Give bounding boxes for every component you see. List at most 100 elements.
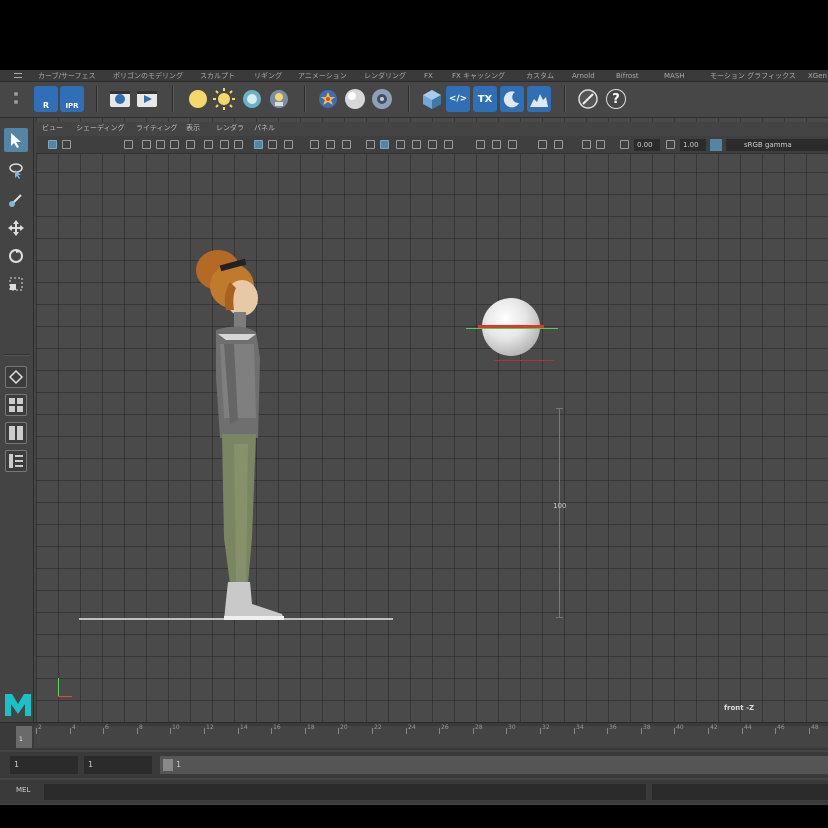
shelf-tab-xgen[interactable]: XGen — [808, 70, 827, 82]
grid-icon[interactable] — [204, 140, 213, 149]
panel-menu-lighting[interactable]: ライティング — [136, 123, 177, 133]
safe-action-icon[interactable] — [220, 140, 229, 149]
ipr-button-label: IPR — [65, 102, 79, 110]
arnold-histogram-icon[interactable] — [527, 86, 551, 112]
camera-select-icon[interactable] — [48, 140, 57, 149]
xray-icon[interactable] — [476, 140, 485, 149]
film-gate-icon[interactable] — [142, 140, 151, 149]
arnold-cube-icon[interactable] — [420, 86, 444, 112]
pan-zoom-icon[interactable] — [234, 140, 243, 149]
motion-blur-icon[interactable] — [396, 140, 405, 149]
range-slider[interactable]: 1 — [160, 756, 828, 774]
shelf-tab-curves[interactable]: カーブ/サーフェス — [38, 70, 96, 82]
toolbox — [0, 118, 34, 730]
help-button[interactable]: ? — [604, 86, 628, 112]
distance-measure-line[interactable] — [559, 408, 560, 618]
use-lights-icon[interactable] — [342, 140, 351, 149]
panel-menu-panels[interactable]: パネル — [254, 123, 275, 133]
shelf-tab-rendering[interactable]: レンダリング — [364, 70, 406, 82]
ipr-render-button[interactable]: IPR — [60, 86, 84, 112]
single-perspective-layout-icon[interactable] — [5, 366, 27, 388]
render-settings-icon[interactable] — [108, 86, 132, 112]
spot-light-icon[interactable] — [267, 86, 291, 112]
view-transform-select[interactable]: sRGB gamma — [726, 139, 828, 151]
backface-culling-icon[interactable] — [538, 140, 547, 149]
outliner-layout-icon[interactable] — [5, 450, 27, 472]
character-model[interactable] — [190, 248, 290, 623]
gamma-field[interactable]: 1.00 — [680, 139, 706, 151]
command-result-field — [652, 784, 828, 800]
shelf-tab-animation[interactable]: アニメーション — [298, 70, 347, 82]
point-light-icon[interactable] — [240, 86, 264, 112]
ambient-occlusion-icon[interactable] — [380, 140, 389, 149]
shadows-icon[interactable] — [366, 140, 375, 149]
snapshot-icon[interactable] — [124, 140, 133, 149]
field-chart-icon[interactable] — [186, 140, 195, 149]
viewport[interactable] — [36, 118, 828, 730]
shelf-tab-custom[interactable]: カスタム — [526, 70, 554, 82]
range-slider-handle[interactable] — [163, 759, 173, 771]
paint-select-tool-icon[interactable] — [4, 188, 28, 212]
shelf-tab-mash[interactable]: MASH — [664, 70, 685, 82]
panel-menu-renderer[interactable]: レンダラ — [216, 123, 244, 133]
select-tool-icon[interactable] — [4, 128, 28, 152]
isolate-select-icon[interactable] — [444, 140, 453, 149]
panel-menu-show[interactable]: 表示 — [186, 123, 200, 133]
four-view-layout-icon[interactable] — [5, 394, 27, 416]
color-management-icon[interactable] — [710, 139, 722, 151]
shelf-tab-bifrost[interactable]: Bifrost — [616, 70, 639, 82]
shelf-tab-fx-caching[interactable]: FX キャッシング — [452, 70, 505, 82]
shelf-tab-fx[interactable]: FX — [424, 70, 433, 82]
ambient-light-icon[interactable] — [186, 86, 210, 112]
shader-gear-icon[interactable] — [370, 86, 394, 112]
resolution-gate-icon[interactable] — [156, 140, 165, 149]
shelf-tab-motion-graphics[interactable]: モーション グラフィックス — [710, 70, 796, 82]
tx-button-label: TX — [477, 93, 493, 105]
render-current-frame-button[interactable]: R — [34, 86, 58, 112]
shelf-tab-rigging[interactable]: リギング — [254, 70, 282, 82]
wireframe-icon[interactable] — [254, 140, 263, 149]
scale-tool-icon[interactable] — [4, 272, 28, 296]
exposure-toggle-icon[interactable] — [620, 140, 629, 149]
time-tick — [204, 728, 205, 734]
camera-attributes-icon[interactable] — [62, 140, 71, 149]
xray-active-icon[interactable] — [508, 140, 517, 149]
animation-start-field[interactable]: 1 — [10, 756, 78, 774]
side-by-side-layout-icon[interactable] — [5, 422, 27, 444]
command-language-label[interactable]: MEL — [16, 786, 30, 794]
lasso-tool-icon[interactable] — [4, 158, 28, 182]
gate-mask-icon[interactable] — [170, 140, 179, 149]
shelf-menu-icon[interactable] — [14, 73, 22, 78]
exposure-icon[interactable] — [582, 140, 591, 149]
xray-joints-icon[interactable] — [492, 140, 501, 149]
arnold-code-button[interactable]: </> — [446, 86, 470, 112]
playback-start-field[interactable]: 1 — [84, 756, 152, 774]
arnold-tx-button[interactable]: TX — [473, 86, 497, 112]
command-input[interactable] — [44, 784, 646, 800]
render-view-icon[interactable] — [135, 86, 159, 112]
bounding-box-icon[interactable] — [310, 140, 319, 149]
time-tick — [439, 728, 440, 734]
panel-menu-shading[interactable]: シェーディング — [76, 123, 125, 133]
textured-icon[interactable] — [326, 140, 335, 149]
gamma-icon[interactable] — [666, 140, 675, 149]
anti-aliasing-icon[interactable] — [412, 140, 421, 149]
rotate-tool-icon[interactable] — [4, 244, 28, 268]
directional-light-icon[interactable] — [212, 86, 236, 112]
material-sphere-icon[interactable] — [343, 86, 367, 112]
shelf-grip-icon[interactable] — [14, 92, 20, 110]
hypershade-icon[interactable] — [316, 86, 340, 112]
hud-icon[interactable] — [554, 140, 563, 149]
move-tool-icon[interactable] — [4, 216, 28, 240]
reorient-icon[interactable] — [576, 86, 600, 112]
depth-of-field-icon[interactable] — [428, 140, 437, 149]
shelf-tab-poly-modeling[interactable]: ポリゴンのモデリング — [113, 70, 183, 82]
shelf-tab-arnold[interactable]: Arnold — [572, 70, 595, 82]
panel-menu-view[interactable]: ビュー — [42, 123, 63, 133]
arnold-moon-icon[interactable] — [500, 86, 524, 112]
flat-shade-icon[interactable] — [284, 140, 293, 149]
gamma-toggle-icon[interactable] — [596, 140, 605, 149]
smooth-shade-icon[interactable] — [268, 140, 277, 149]
exposure-field[interactable]: 0.00 — [634, 139, 660, 151]
shelf-tab-sculpt[interactable]: スカルプト — [200, 70, 235, 82]
